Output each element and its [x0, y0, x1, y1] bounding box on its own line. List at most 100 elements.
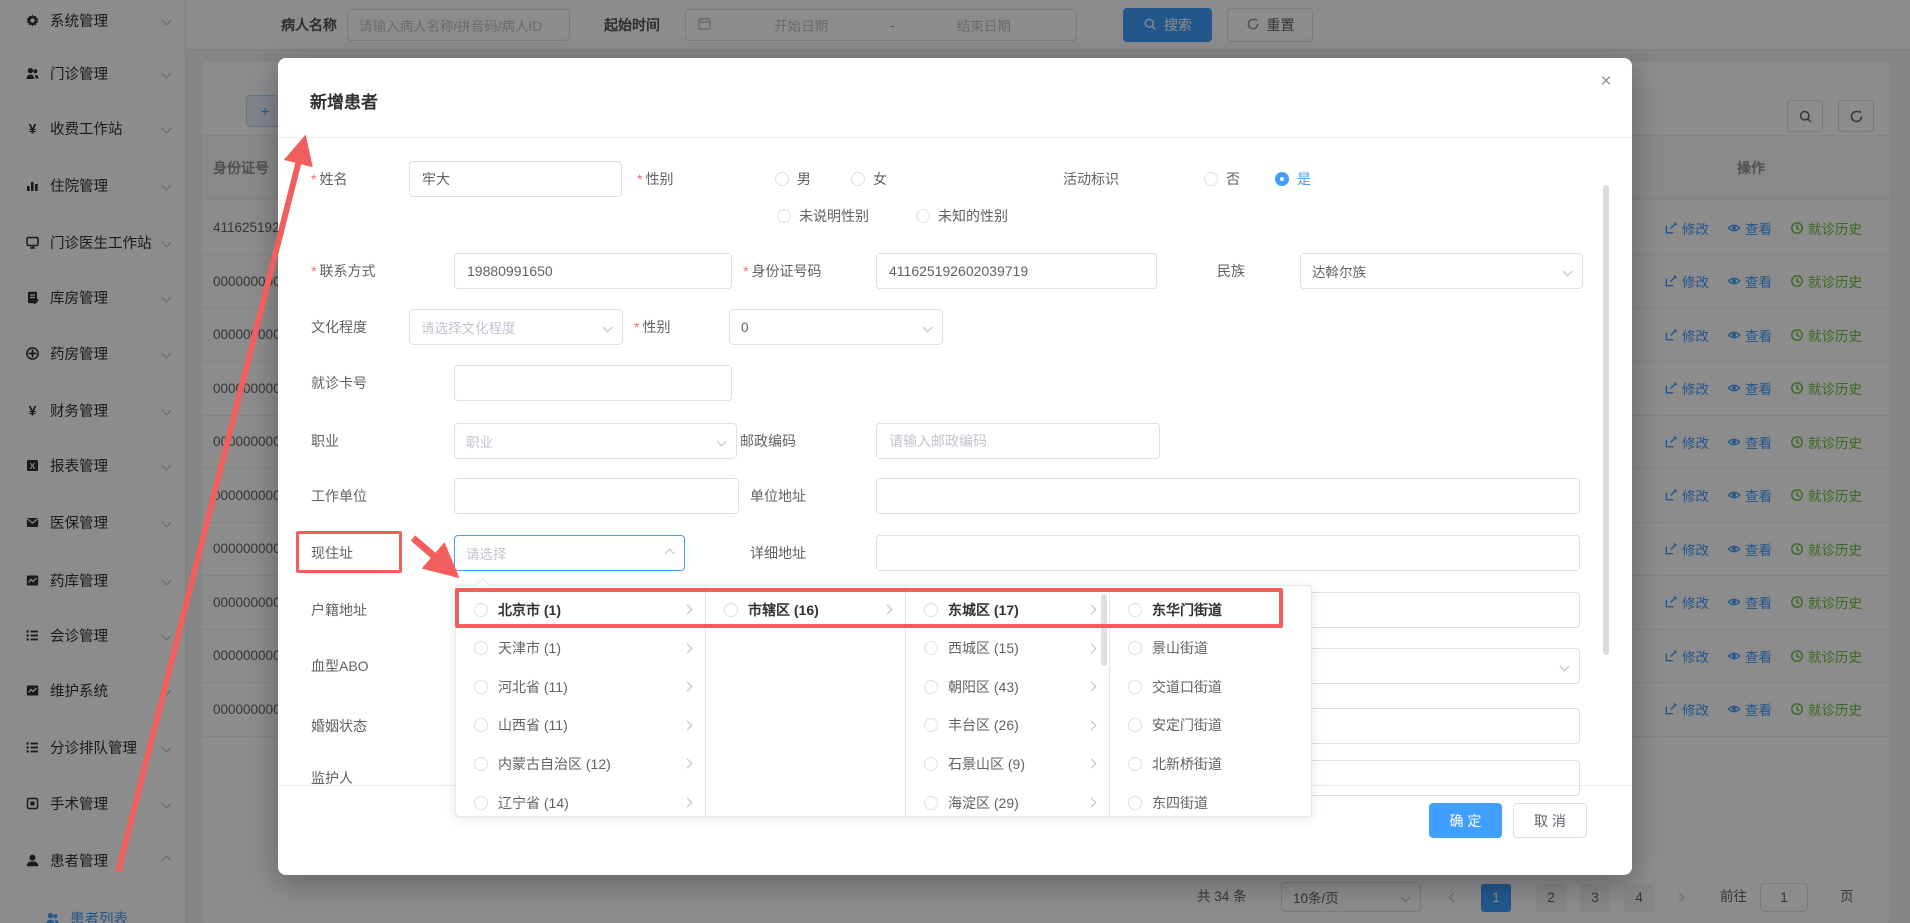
- blood-type-label: 血型ABO: [311, 648, 369, 684]
- gender-radio-female[interactable]: 女: [851, 161, 887, 197]
- id-number-input[interactable]: [876, 253, 1157, 289]
- chevron-right-icon: [1087, 759, 1097, 769]
- cascader-column-3: 东华门街道景山街道交道口街道安定门街道北新桥街道东四街道: [1110, 586, 1311, 816]
- cascader-option[interactable]: 天津市 (1): [456, 629, 705, 668]
- education-select[interactable]: 请选择文化程度: [409, 309, 623, 345]
- current-address-label: 现住址: [311, 535, 353, 571]
- radio-icon: [916, 209, 930, 223]
- id-number-label: *身份证号码: [743, 253, 821, 289]
- cascader-option[interactable]: 河北省 (11): [456, 667, 705, 706]
- radio-icon: [1128, 641, 1142, 655]
- radio-icon: [1204, 172, 1218, 186]
- chevron-right-icon: [1087, 682, 1097, 692]
- gender-radio-unknown[interactable]: 未知的性别: [916, 198, 1008, 234]
- chevron-right-icon: [1087, 798, 1097, 808]
- radio-icon: [1128, 757, 1142, 771]
- radio-icon: [924, 603, 938, 617]
- chevron-right-icon: [683, 605, 693, 615]
- radio-icon: [924, 718, 938, 732]
- chevron-right-icon: [683, 759, 693, 769]
- radio-icon: [924, 757, 938, 771]
- gender-code-label: *性别: [634, 309, 670, 345]
- card-no-input[interactable]: [454, 365, 732, 401]
- cascader-option[interactable]: 市辖区 (16): [706, 590, 905, 629]
- radio-icon: [924, 796, 938, 810]
- header-divider: [278, 137, 1632, 138]
- radio-icon: [1128, 603, 1142, 617]
- active-flag-radio-no[interactable]: 否: [1204, 161, 1240, 197]
- address-cascader-panel: 北京市 (1)天津市 (1)河北省 (11)山西省 (11)内蒙古自治区 (12…: [455, 585, 1312, 817]
- detail-address-label: 详细地址: [750, 535, 806, 571]
- cascader-option[interactable]: 朝阳区 (43): [906, 667, 1109, 706]
- gender-label: *性别: [637, 161, 673, 197]
- gender-code-select[interactable]: 0: [729, 309, 943, 345]
- radio-icon: [474, 796, 488, 810]
- cascader-option[interactable]: 石景山区 (9): [906, 744, 1109, 783]
- gender-radio-male[interactable]: 男: [775, 161, 811, 197]
- chevron-down-icon: [603, 322, 613, 332]
- active-flag-radio-yes[interactable]: 是: [1275, 161, 1311, 197]
- chevron-down-icon: [923, 322, 933, 332]
- cascader-option[interactable]: 交道口街道: [1110, 667, 1311, 706]
- radio-icon: [924, 680, 938, 694]
- radio-icon: [474, 718, 488, 732]
- radio-icon: [1128, 718, 1142, 732]
- cascader-option[interactable]: 北新桥街道: [1110, 744, 1311, 783]
- cascader-option[interactable]: 海淀区 (29): [906, 783, 1109, 816]
- radio-icon: [924, 641, 938, 655]
- cascader-option[interactable]: 西城区 (15): [906, 629, 1109, 668]
- ethnicity-select[interactable]: 达斡尔族: [1300, 253, 1583, 289]
- current-address-cascader[interactable]: 请选择: [454, 535, 685, 571]
- name-input[interactable]: [409, 161, 622, 197]
- radio-icon: [474, 757, 488, 771]
- work-unit-label: 工作单位: [311, 478, 367, 514]
- radio-icon: [1128, 796, 1142, 810]
- radio-icon: [1128, 680, 1142, 694]
- contact-input[interactable]: [454, 253, 732, 289]
- detail-address-input[interactable]: [876, 535, 1580, 571]
- cascader-option[interactable]: 山西省 (11): [456, 706, 705, 745]
- occupation-select[interactable]: 职业: [454, 423, 737, 459]
- close-icon[interactable]: ×: [1594, 70, 1618, 94]
- cascader-option[interactable]: 辽宁省 (14): [456, 783, 705, 816]
- guardian-label: 监护人: [311, 760, 353, 796]
- postal-input[interactable]: [876, 423, 1160, 459]
- chevron-down-icon: [717, 436, 727, 446]
- cascader-column-2: 东城区 (17)西城区 (15)朝阳区 (43)丰台区 (26)石景山区 (9)…: [906, 586, 1110, 816]
- chevron-right-icon: [683, 720, 693, 730]
- cascader-option[interactable]: 内蒙古自治区 (12): [456, 744, 705, 783]
- radio-icon: [775, 172, 789, 186]
- occupation-label: 职业: [311, 423, 339, 459]
- dialog-title: 新增患者: [310, 88, 378, 113]
- cascader-option[interactable]: 东华门街道: [1110, 590, 1311, 629]
- chevron-right-icon: [1087, 605, 1097, 615]
- contact-label: *联系方式: [311, 253, 375, 289]
- card-no-label: 就诊卡号: [311, 365, 367, 401]
- chevron-right-icon: [1087, 720, 1097, 730]
- unit-address-label: 单位地址: [750, 478, 806, 514]
- radio-icon: [474, 603, 488, 617]
- ethnicity-label: 民族: [1217, 253, 1245, 289]
- cascader-option[interactable]: 北京市 (1): [456, 590, 705, 629]
- chevron-right-icon: [883, 605, 893, 615]
- work-unit-input[interactable]: [454, 478, 739, 514]
- cascader-option[interactable]: 丰台区 (26): [906, 706, 1109, 745]
- cascader-option[interactable]: 安定门街道: [1110, 706, 1311, 745]
- cancel-button[interactable]: 取 消: [1513, 803, 1587, 838]
- radio-icon: [724, 603, 738, 617]
- active-flag-label: 活动标识: [1063, 161, 1119, 197]
- chevron-right-icon: [683, 682, 693, 692]
- cascader-option[interactable]: 东四街道: [1110, 783, 1311, 816]
- cascader-option[interactable]: 东城区 (17): [906, 590, 1109, 629]
- gender-radio-unstated[interactable]: 未说明性别: [777, 198, 869, 234]
- modal-scrollbar[interactable]: [1603, 185, 1609, 655]
- name-label: *姓名: [311, 161, 347, 197]
- unit-address-input[interactable]: [876, 478, 1580, 514]
- cascader-column-1: 市辖区 (16): [706, 586, 906, 816]
- radio-icon: [474, 680, 488, 694]
- radio-icon: [474, 641, 488, 655]
- confirm-button[interactable]: 确 定: [1429, 803, 1502, 838]
- add-patient-dialog: 新增患者 × *姓名 *性别 男 女 未说明性别 未知的性别 活动标识 否 是: [278, 58, 1632, 875]
- chevron-right-icon: [683, 643, 693, 653]
- cascader-option[interactable]: 景山街道: [1110, 629, 1311, 668]
